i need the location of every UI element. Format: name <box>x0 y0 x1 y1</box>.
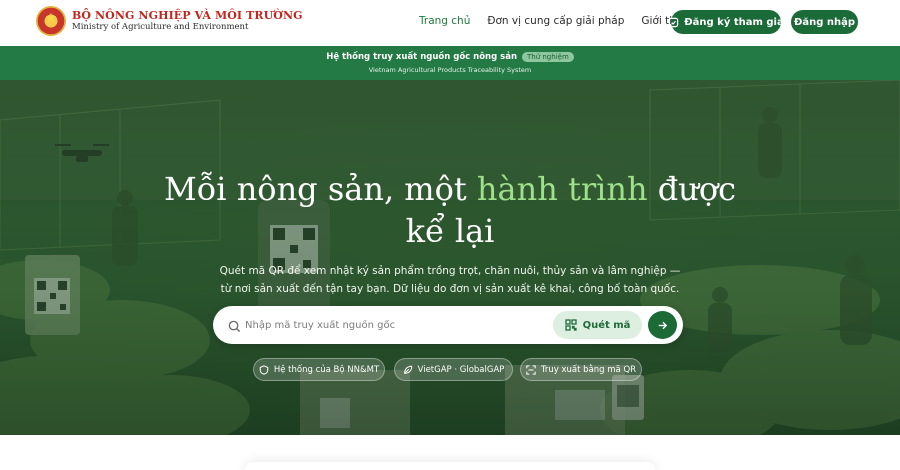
scan-qr-label: Quét mã <box>582 319 631 331</box>
search-icon <box>228 318 241 337</box>
hero-title: Mỗi nông sản, một hành trình được kể lại <box>0 168 900 252</box>
hero-title-highlight: hành trình <box>476 170 648 208</box>
hero-section: Mỗi nông sản, một hành trình được kể lại… <box>0 80 900 435</box>
user-plus-icon <box>668 17 679 28</box>
top-header: ★ BỘ NÔNG NGHIỆP VÀ MÔI TRƯỜNG Ministry … <box>0 0 900 46</box>
hero-title-part1: Mỗi nông sản, một <box>163 170 477 208</box>
scan-frame-icon <box>526 364 536 375</box>
register-button[interactable]: Đăng ký tham gia <box>668 10 784 34</box>
nav-item-home[interactable]: Trang chủ <box>419 15 470 27</box>
hero-title-line2: kể lại <box>405 212 495 250</box>
submit-search-button[interactable] <box>648 311 677 339</box>
hero-subtitle: Quét mã QR để xem nhật ký sản phẩm trồng… <box>200 262 700 298</box>
logo-subtitle: Ministry of Agriculture and Environment <box>72 22 249 32</box>
main-nav: Trang chủ Đơn vị cung cấp giải pháp Giới… <box>419 15 709 27</box>
login-label: Đăng nhập <box>793 16 856 28</box>
chip-label: VietGAP · GlobalGAP <box>417 364 505 375</box>
chip-vietgap-globalgap[interactable]: VietGAP · GlobalGAP <box>394 358 513 381</box>
hero-title-part2: được <box>647 170 737 208</box>
arrow-right-icon <box>657 316 668 335</box>
system-banner: Hệ thống truy xuất nguồn gốc nông sản Th… <box>0 46 900 80</box>
trace-code-input[interactable] <box>245 315 545 335</box>
content-card-top <box>245 462 655 470</box>
trial-badge: Thử nghiệm <box>522 52 574 62</box>
qr-scan-icon <box>564 319 577 331</box>
leaf-icon <box>403 365 413 375</box>
chip-label: Truy xuất bằng mã QR <box>540 364 637 375</box>
chip-label: Hệ thống của Bộ NN&MT <box>273 364 380 375</box>
banner-subtitle: Vietnam Agricultural Products Traceabili… <box>368 66 532 74</box>
scan-qr-button[interactable]: Quét mã <box>553 311 642 339</box>
national-emblem-icon: ★ <box>36 6 66 36</box>
logo-title: BỘ NÔNG NGHIỆP VÀ MÔI TRƯỜNG <box>72 9 303 22</box>
nav-item-solution-providers[interactable]: Đơn vị cung cấp giải pháp <box>487 15 624 27</box>
hero-subtitle-line1: Quét mã QR để xem nhật ký sản phẩm trồng… <box>219 265 681 277</box>
banner-title: Hệ thống truy xuất nguồn gốc nông sản <box>326 52 517 62</box>
register-label: Đăng ký tham gia <box>684 16 784 28</box>
shield-icon <box>259 364 269 375</box>
chip-qr-trace[interactable]: Truy xuất bằng mã QR <box>520 358 642 381</box>
chip-ministry-system[interactable]: Hệ thống của Bộ NN&MT <box>253 358 385 381</box>
hero-overlay <box>0 80 900 435</box>
login-button[interactable]: Đăng nhập <box>791 10 858 34</box>
hero-subtitle-line2: từ nơi sản xuất đến tận tay bạn. Dữ liệu… <box>220 283 680 295</box>
ministry-logo[interactable]: ★ BỘ NÔNG NGHIỆP VÀ MÔI TRƯỜNG Ministry … <box>36 6 303 36</box>
trace-search-bar: Quét mã <box>213 306 683 344</box>
